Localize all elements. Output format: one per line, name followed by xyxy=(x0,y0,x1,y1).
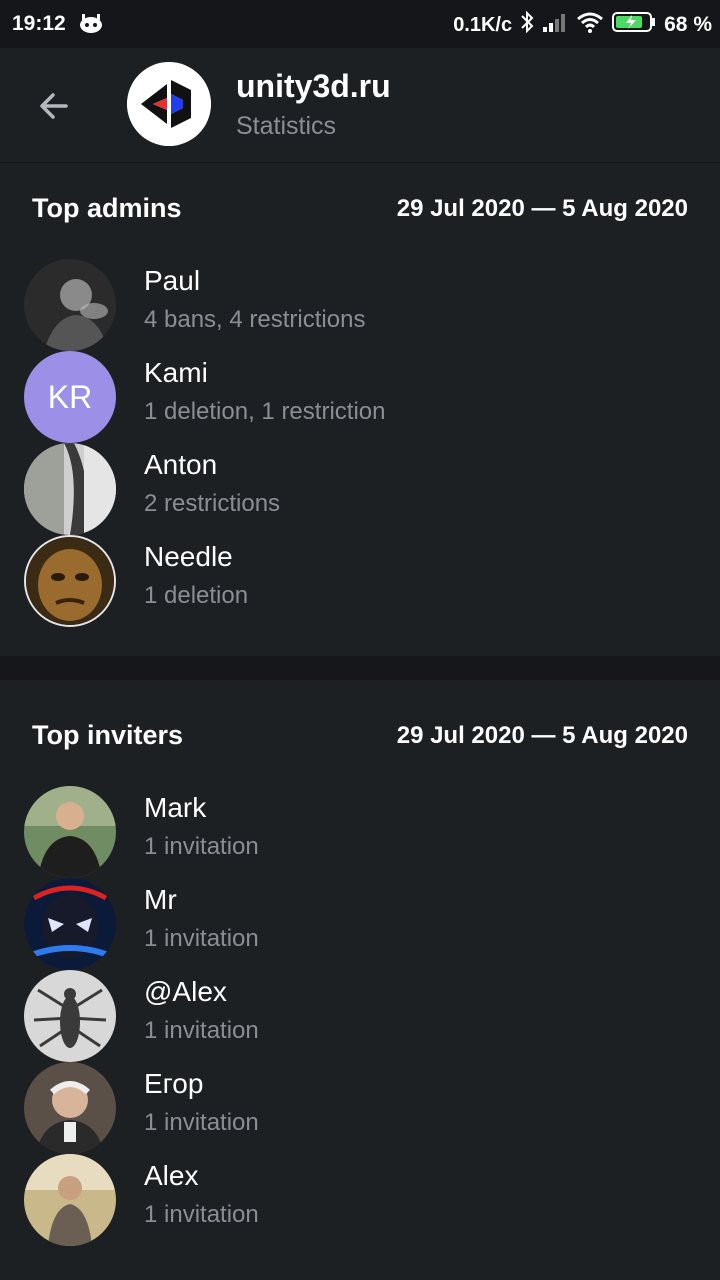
battery-icon xyxy=(612,11,656,39)
admin-name: Kami xyxy=(144,357,208,388)
inviter-row[interactable]: Mark 1 invitation xyxy=(0,786,720,878)
arrow-left-icon xyxy=(40,93,68,119)
status-bar: 19:12 0.1K/c 68 % xyxy=(0,0,720,48)
inviter-name: Alex xyxy=(144,1160,199,1191)
admin-name: Anton xyxy=(144,449,218,480)
admin-actions: 4 bans, 4 restrictions xyxy=(144,306,366,333)
top-admins-section: Top admins 29 Jul 2020 — 5 Aug 2020 Paul… xyxy=(0,163,720,656)
inviter-name: @Alex xyxy=(144,976,227,1007)
app-bar: unity3d.ru Statistics xyxy=(0,48,720,163)
bluetooth-icon xyxy=(520,10,534,40)
notification-icon xyxy=(79,13,103,39)
avatar xyxy=(24,970,116,1062)
section-title: Top admins xyxy=(32,193,182,223)
avatar xyxy=(24,878,116,970)
section-divider xyxy=(0,656,720,680)
avatar xyxy=(24,786,116,878)
avatar xyxy=(24,259,116,351)
admin-actions: 2 restrictions xyxy=(144,490,281,517)
chat-subtitle: Statistics xyxy=(236,112,337,140)
admin-row[interactable]: Paul 4 bans, 4 restrictions xyxy=(0,259,720,351)
inviter-row[interactable]: Alex 1 invitation xyxy=(0,1154,720,1246)
chat-title: unity3d.ru xyxy=(236,68,391,104)
network-speed: 0.1K/c xyxy=(453,13,513,36)
battery-level: 68 % xyxy=(664,13,712,36)
inviter-name: Mr xyxy=(144,884,177,915)
avatar-initials: KR xyxy=(24,351,116,443)
inviter-count: 1 invitation xyxy=(144,1017,259,1044)
wifi-icon xyxy=(576,11,604,39)
admin-actions: 1 deletion, 1 restriction xyxy=(144,398,386,425)
inviter-count: 1 invitation xyxy=(144,1201,259,1228)
chat-avatar[interactable] xyxy=(127,62,211,146)
admin-row[interactable]: Anton 2 restrictions xyxy=(0,443,720,535)
status-right: 0.1K/c 68 % xyxy=(453,10,712,40)
back-button[interactable] xyxy=(32,84,76,128)
admin-row[interactable]: Needle 1 deletion xyxy=(0,535,720,627)
avatar xyxy=(24,443,116,535)
avatar xyxy=(24,535,116,627)
inviter-name: Mark xyxy=(144,792,207,823)
inviter-count: 1 invitation xyxy=(144,925,259,952)
avatar: KR xyxy=(24,351,116,443)
status-time: 19:12 xyxy=(12,12,66,35)
admin-name: Paul xyxy=(144,265,201,296)
date-range: 29 Jul 2020 — 5 Aug 2020 xyxy=(396,195,688,222)
unity-logo-icon xyxy=(127,62,211,146)
admin-actions: 1 deletion xyxy=(144,582,249,609)
inviter-row[interactable]: Егор 1 invitation xyxy=(0,1062,720,1154)
inviter-row[interactable]: @Alex 1 invitation xyxy=(0,970,720,1062)
inviter-name: Егор xyxy=(144,1068,204,1099)
admin-name: Needle xyxy=(144,541,233,572)
inviter-row[interactable]: Mr 1 invitation xyxy=(0,878,720,970)
admin-row[interactable]: KR Kami 1 deletion, 1 restriction xyxy=(0,351,720,443)
inviter-count: 1 invitation xyxy=(144,1109,259,1136)
avatar xyxy=(24,1062,116,1154)
section-title: Top inviters xyxy=(32,720,184,750)
inviter-count: 1 invitation xyxy=(144,833,259,860)
date-range: 29 Jul 2020 — 5 Aug 2020 xyxy=(396,722,688,749)
top-inviters-section: Top inviters 29 Jul 2020 — 5 Aug 2020 Ma… xyxy=(0,680,720,1280)
avatar xyxy=(24,1154,116,1246)
signal-icon xyxy=(542,11,568,39)
